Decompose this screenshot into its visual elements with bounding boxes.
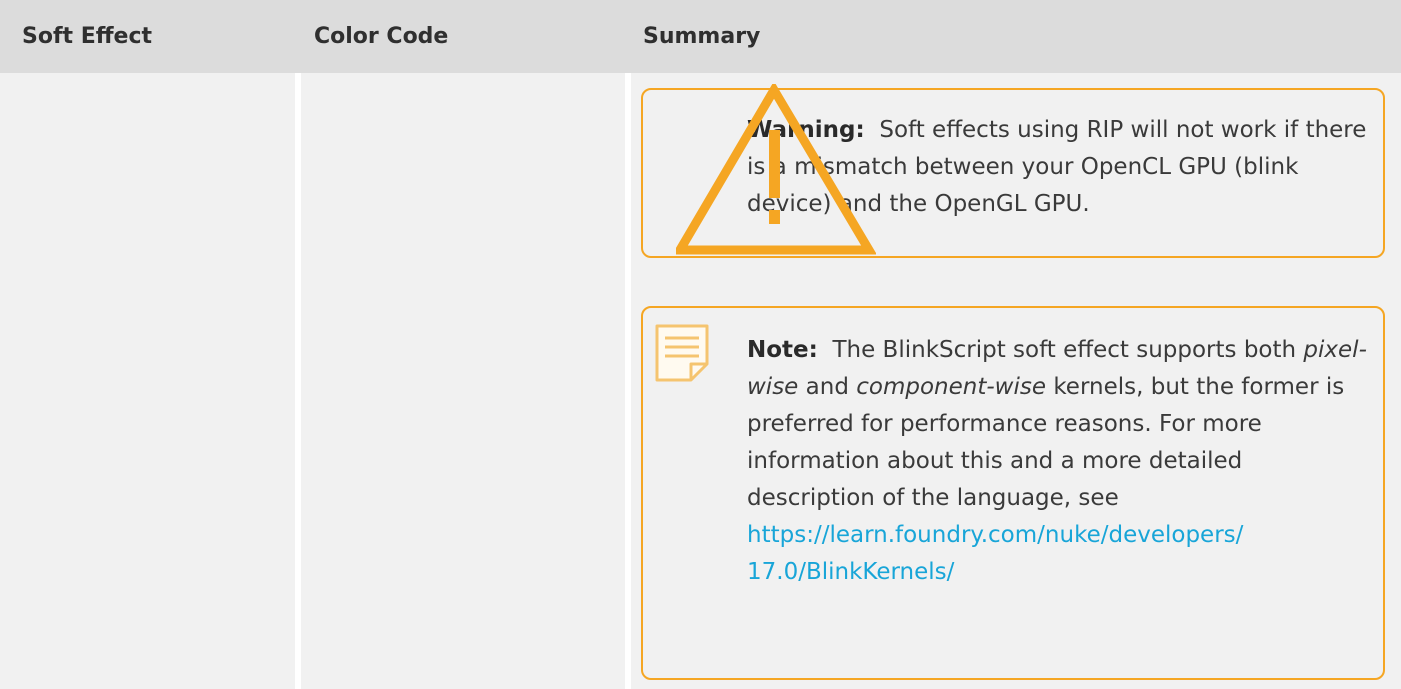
soft-effects-table: Soft Effect Color Code Summary Warning: …	[0, 0, 1401, 689]
warning-text-block: Warning: Soft effects using RIP will not…	[747, 112, 1377, 223]
warning-label: Warning:	[747, 117, 865, 143]
link-line-1: https://learn.foundry.com/nuke/developer…	[747, 522, 1244, 548]
note-text-block: Note: The BlinkScript soft effect suppor…	[747, 332, 1377, 591]
note-label: Note:	[747, 337, 818, 363]
cell-soft-effect	[0, 73, 295, 689]
header-summary: Summary	[643, 24, 761, 49]
cell-color-code	[301, 73, 625, 689]
note-callout: Note: The BlinkScript soft effect suppor…	[641, 306, 1385, 680]
note-text-part: The BlinkScript soft effect supports bot…	[832, 337, 1297, 363]
note-text-part: and	[805, 374, 849, 400]
header-color-code: Color Code	[314, 24, 449, 49]
link-line-2: 17.0/BlinkKernels/	[747, 559, 955, 585]
warning-callout: Warning: Soft effects using RIP will not…	[641, 88, 1385, 258]
table-header-row: Soft Effect Color Code Summary	[0, 0, 1401, 73]
header-soft-effect: Soft Effect	[22, 24, 153, 49]
note-emphasis-component-wise: component-wise	[856, 374, 1046, 400]
note-icon	[655, 324, 709, 382]
blinkkernels-link[interactable]: https://learn.foundry.com/nuke/developer…	[747, 522, 1243, 585]
